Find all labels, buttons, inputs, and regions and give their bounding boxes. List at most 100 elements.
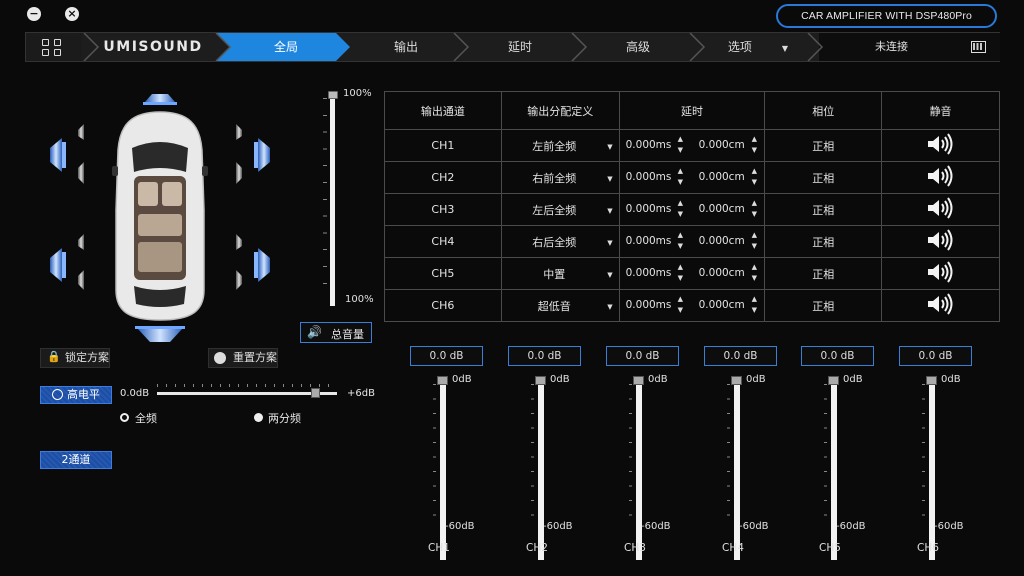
fader-max-label: 0dB <box>941 374 961 385</box>
tab-advanced[interactable]: 高级 <box>582 33 694 61</box>
speaker-front-center-icon[interactable] <box>143 94 177 105</box>
fader-min-label: -60dB <box>739 521 769 532</box>
tab-global[interactable]: 全局 <box>236 33 336 61</box>
channel-assign-select[interactable]: 左后全频 ▼ <box>500 193 620 226</box>
speaker-rear-right-icon[interactable] <box>236 234 270 290</box>
fader-value-input[interactable]: 0.0 dB <box>410 346 483 366</box>
phase-toggle[interactable]: 正相 <box>764 257 883 290</box>
output-channel-table: 输出通道 输出分配定义 延时 相位 静音 CH1 左前全频 ▼ 0.000ms ▲ ▼ 0.… <box>384 91 1000 322</box>
fader-channel-name: CH2 <box>526 542 548 554</box>
high-level-thumb[interactable] <box>311 388 320 398</box>
mute-button[interactable] <box>881 225 1000 258</box>
delay-cm-stepper[interactable]: ▲ ▼ <box>752 294 757 316</box>
mute-button[interactable] <box>881 289 1000 322</box>
tab-delay[interactable]: 延时 <box>464 33 576 61</box>
fader-thumb[interactable] <box>828 376 839 385</box>
delay-cm-stepper[interactable]: ▲ ▼ <box>752 166 757 188</box>
master-volume-thumb[interactable] <box>328 91 338 99</box>
delay-cm-stepper[interactable]: ▲ ▼ <box>752 198 757 220</box>
delay-cm-input[interactable]: 0.000cm <box>699 299 745 311</box>
phase-toggle[interactable]: 正相 <box>764 289 883 322</box>
mute-button[interactable] <box>881 193 1000 226</box>
master-volume-button[interactable]: 🔊 总音量 <box>300 322 372 343</box>
delay-ms-stepper[interactable]: ▲ ▼ <box>678 134 683 156</box>
delay-cm-input[interactable]: 0.000cm <box>699 203 745 215</box>
delay-ms-input[interactable]: 0.000ms <box>626 139 672 151</box>
delay-ms-stepper[interactable]: ▲ ▼ <box>678 262 683 284</box>
phase-toggle[interactable]: 正相 <box>764 193 883 226</box>
fader-thumb[interactable] <box>633 376 644 385</box>
delay-ms-input[interactable]: 0.000ms <box>626 235 672 247</box>
channel-assign-select[interactable]: 右后全频 ▼ <box>500 225 620 258</box>
channel-assign-select[interactable]: 中置 ▼ <box>500 257 620 290</box>
phase-toggle[interactable]: 正相 <box>764 129 883 162</box>
fader-value-input[interactable]: 0.0 dB <box>899 346 972 366</box>
channel-assign-select[interactable]: 超低音 ▼ <box>500 289 620 322</box>
fader-track[interactable] <box>440 380 446 560</box>
channel-fader: 0.0 dB 0dB -60dB CH6 <box>899 346 973 560</box>
delay-cell: 0.000ms ▲ ▼ 0.000cm ▲ ▼ <box>618 289 766 322</box>
delay-cell: 0.000ms ▲ ▼ 0.000cm ▲ ▼ <box>618 225 766 258</box>
channel-fader: 0.0 dB 0dB -60dB CH4 <box>704 346 778 560</box>
phase-toggle[interactable]: 正相 <box>764 161 883 194</box>
delay-cm-stepper[interactable]: ▲ ▼ <box>752 230 757 252</box>
delay-cm-stepper[interactable]: ▲ ▼ <box>752 134 757 156</box>
fader-max-label: 0dB <box>648 374 668 385</box>
lock-preset-button[interactable]: 🔒 锁定方案 <box>40 348 110 368</box>
high-level-button[interactable]: 高电平 <box>40 386 112 404</box>
delay-cm-input[interactable]: 0.000cm <box>699 267 745 279</box>
keyboard-icon[interactable] <box>971 41 986 53</box>
tab-output[interactable]: 输出 <box>348 33 464 61</box>
mute-button[interactable] <box>881 257 1000 290</box>
fader-thumb[interactable] <box>926 376 937 385</box>
fader-thumb[interactable] <box>731 376 742 385</box>
fader-thumb[interactable] <box>535 376 546 385</box>
fader-value-input[interactable]: 0.0 dB <box>508 346 581 366</box>
delay-ms-stepper[interactable]: ▲ ▼ <box>678 198 683 220</box>
speaker-rear-left-icon[interactable] <box>50 234 84 290</box>
close-button[interactable]: × <box>65 7 79 21</box>
delay-ms-input[interactable]: 0.000ms <box>626 203 672 215</box>
radio-two-way[interactable] <box>254 413 263 422</box>
channel-assign-select[interactable]: 右前全频 ▼ <box>500 161 620 194</box>
fader-track[interactable] <box>734 380 740 560</box>
delay-ms-input[interactable]: 0.000ms <box>626 299 672 311</box>
delay-cm-stepper[interactable]: ▲ ▼ <box>752 262 757 284</box>
tab-options[interactable]: 选项 ▼ <box>702 33 814 61</box>
delay-cm-input[interactable]: 0.000cm <box>699 139 745 151</box>
master-volume-slider[interactable] <box>330 96 335 306</box>
speaker-volume-icon <box>927 133 953 155</box>
delay-ms-stepper[interactable]: ▲ ▼ <box>678 166 683 188</box>
chevron-down-icon: ▼ <box>607 143 613 151</box>
reset-preset-button[interactable]: 重置方案 <box>208 348 278 368</box>
delay-ms-stepper[interactable]: ▲ ▼ <box>678 230 683 252</box>
mute-button[interactable] <box>881 161 1000 194</box>
fader-value-input[interactable]: 0.0 dB <box>801 346 874 366</box>
speaker-front-right-icon[interactable] <box>236 124 270 184</box>
fader-track[interactable] <box>538 380 544 560</box>
high-level-gain-slider[interactable] <box>157 384 337 398</box>
fader-value-input[interactable]: 0.0 dB <box>704 346 777 366</box>
two-channel-button[interactable]: 2通道 <box>40 451 112 469</box>
lock-preset-label: 锁定方案 <box>65 351 109 364</box>
fader-thumb[interactable] <box>437 376 448 385</box>
delay-ms-input[interactable]: 0.000ms <box>626 171 672 183</box>
fader-track[interactable] <box>929 380 935 560</box>
chevron-down-icon: ▼ <box>607 303 613 311</box>
phase-toggle[interactable]: 正相 <box>764 225 883 258</box>
fader-value-input[interactable]: 0.0 dB <box>606 346 679 366</box>
fader-track[interactable] <box>636 380 642 560</box>
fader-track[interactable] <box>831 380 837 560</box>
delay-cm-input[interactable]: 0.000cm <box>699 235 745 247</box>
delay-ms-input[interactable]: 0.000ms <box>626 267 672 279</box>
speaker-sub-icon[interactable] <box>135 326 185 342</box>
product-name-badge: CAR AMPLIFIER WITH DSP480Pro <box>776 4 997 28</box>
radio-full-range[interactable] <box>120 413 129 422</box>
minimize-button[interactable]: − <box>27 7 41 21</box>
delay-ms-stepper[interactable]: ▲ ▼ <box>678 294 683 316</box>
chevron-down-icon: ▼ <box>781 44 789 53</box>
delay-cm-input[interactable]: 0.000cm <box>699 171 745 183</box>
speaker-front-left-icon[interactable] <box>50 124 84 184</box>
channel-assign-select[interactable]: 左前全频 ▼ <box>500 129 620 162</box>
mute-button[interactable] <box>881 129 1000 162</box>
